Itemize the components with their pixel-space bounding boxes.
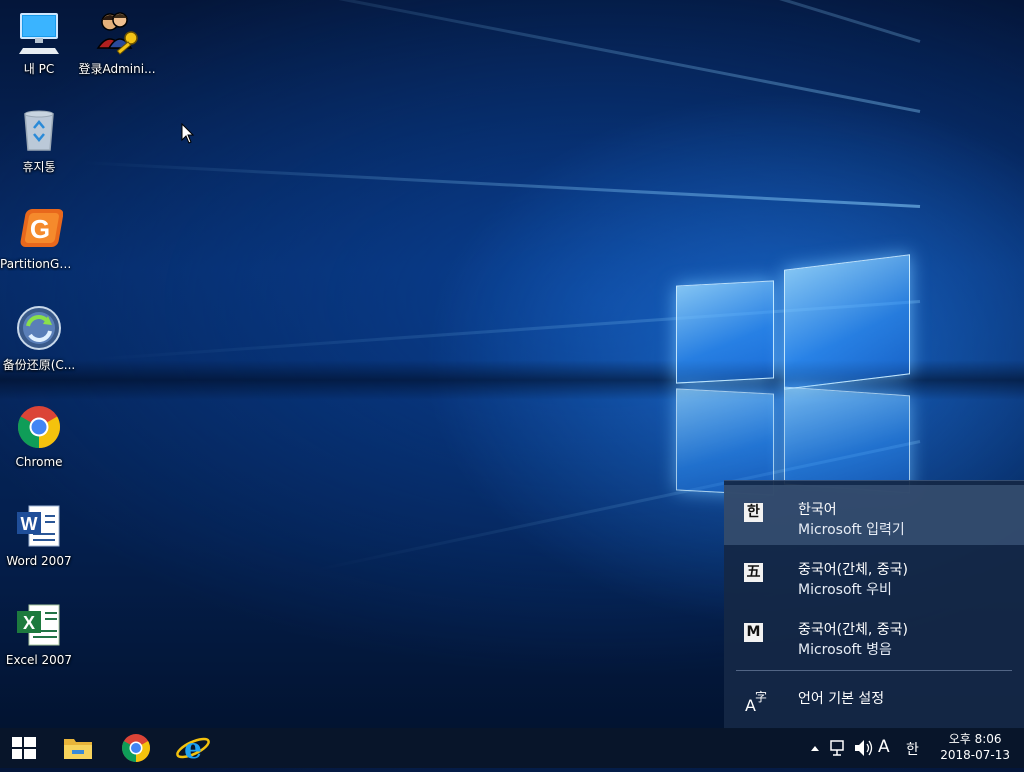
language-preferences-link[interactable]: A 字 언어 기본 설정	[724, 677, 1024, 721]
language-option-chinese-wubi[interactable]: 五 중국어(간체, 중국) Microsoft 우비	[724, 545, 1024, 605]
svg-text:X: X	[23, 613, 35, 633]
flyout-divider	[736, 670, 1012, 671]
clock-date: 2018-07-13	[940, 748, 1010, 762]
language-settings-icon: A 字	[744, 687, 770, 715]
svg-text:W: W	[21, 514, 38, 534]
partitionguru-icon: G	[15, 205, 64, 253]
desktop-icon-recycle-bin[interactable]: 휴지통	[0, 106, 78, 175]
backup-restore-icon	[15, 304, 63, 352]
taskbar-file-explorer[interactable]	[54, 728, 102, 768]
volume-icon[interactable]	[852, 728, 874, 768]
recycle-bin-icon	[15, 106, 63, 154]
start-button[interactable]	[0, 728, 48, 768]
desktop-icon-chrome[interactable]: Chrome	[0, 403, 78, 469]
language-name: 중국어(간체, 중국)	[798, 562, 908, 578]
ime-badge-korean: 한	[744, 503, 763, 522]
svg-text:e: e	[184, 732, 202, 765]
system-tray: A 한	[806, 728, 926, 768]
taskbar: e A 한 오후 8:06 2018-07-13	[0, 728, 1024, 768]
language-name: 한국어	[798, 502, 837, 518]
clock-time: 오후 8:06	[948, 732, 1002, 746]
show-hidden-icons-chevron-icon[interactable]	[806, 728, 824, 768]
ime-name: Microsoft 입력기	[798, 522, 905, 538]
internet-explorer-icon: e	[176, 732, 210, 765]
desktop-icon-login-admin[interactable]: 登录Admini...	[78, 8, 156, 77]
word-icon: W	[15, 502, 63, 550]
svg-text:字: 字	[755, 689, 767, 704]
language-flyout: 한 한국어 Microsoft 입력기 五 중국어(간체, 중국) Micros…	[724, 480, 1024, 729]
input-mode-indicator[interactable]: A	[878, 737, 890, 757]
ime-badge-pinyin: M	[744, 623, 763, 642]
ime-name: Microsoft 병음	[798, 642, 892, 658]
chrome-icon	[15, 403, 63, 451]
svg-text:G: G	[30, 214, 50, 244]
desktop-icon-partitionguru[interactable]: G PartitionGuru	[0, 205, 78, 271]
desktop-icon-this-pc[interactable]: 내 PC	[0, 8, 78, 77]
mouse-cursor	[181, 122, 195, 149]
taskbar-internet-explorer[interactable]: e	[169, 728, 217, 768]
ime-badge-wubi: 五	[744, 563, 763, 582]
desktop-icon-backup-restore[interactable]: 备份还原(C...	[0, 304, 78, 373]
file-explorer-icon	[64, 739, 92, 759]
taskbar-chrome[interactable]	[112, 728, 160, 768]
network-icon[interactable]	[828, 728, 848, 768]
language-option-korean[interactable]: 한 한국어 Microsoft 입력기	[724, 485, 1024, 545]
start-windows-icon	[12, 737, 36, 759]
desktop-icon-excel[interactable]: X Excel 2007	[0, 601, 78, 667]
language-preferences-label: 언어 기본 설정	[798, 691, 885, 707]
ime-name: Microsoft 우비	[798, 582, 892, 598]
language-name: 중국어(간체, 중국)	[798, 622, 908, 638]
computer-icon	[15, 8, 63, 56]
excel-icon: X	[15, 601, 63, 649]
ime-indicator[interactable]: 한	[906, 739, 919, 759]
login-users-key-icon	[93, 8, 141, 56]
taskbar-clock[interactable]: 오후 8:06 2018-07-13	[940, 731, 1010, 763]
desktop-icon-word[interactable]: W Word 2007	[0, 502, 78, 568]
chrome-icon	[122, 734, 150, 762]
language-option-chinese-pinyin[interactable]: M 중국어(간체, 중국) Microsoft 병음	[724, 605, 1024, 665]
